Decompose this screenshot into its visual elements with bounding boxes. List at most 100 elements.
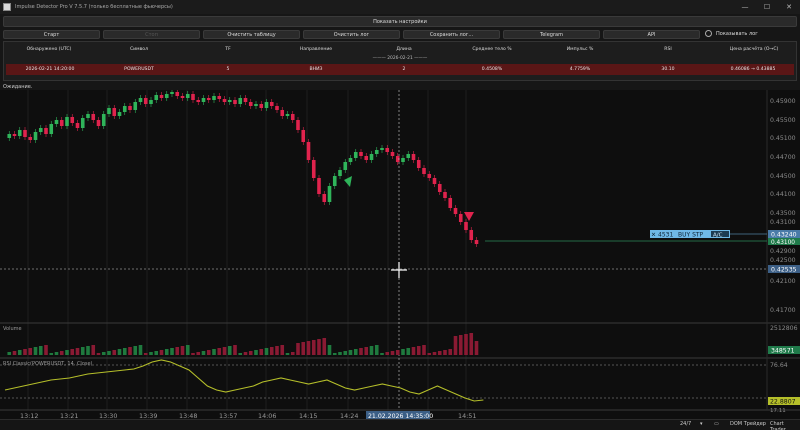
maximize-icon[interactable]: ☐ [756,0,778,14]
candle-body [75,123,80,128]
candle-body [143,98,148,104]
candle-body [259,104,264,108]
order-qty: 4531 [658,232,673,239]
candle-body [28,137,33,140]
volume-bar [311,340,316,355]
show-log-checkbox[interactable]: Показывать лог [705,30,758,37]
volume-bar [443,350,447,355]
candle-body [280,110,285,116]
price-tick: 0.43100 [770,219,796,226]
candle-body [437,184,442,192]
volume-bar [474,341,479,355]
start-button[interactable]: Старт [3,30,100,39]
candle-body [17,130,22,136]
volume-bar [432,352,437,355]
column-header[interactable]: Символ [94,44,184,54]
trade-icon[interactable]: ▭ [714,421,719,427]
chart-trader-button[interactable]: Chart Trader [770,421,800,430]
column-header[interactable]: Обнаружено (UTC) [4,44,94,54]
candle-body [332,176,337,186]
candle-body [464,222,468,230]
volume-bar [206,350,211,355]
candle-body [101,114,106,126]
volume-bar [401,349,405,355]
column-header[interactable]: RSI [624,44,712,54]
volume-bars [7,333,479,355]
price-tick: 0.44500 [770,173,796,180]
volume-bar [80,347,85,355]
column-header[interactable]: Длина [360,44,448,54]
volume-bar [49,353,54,355]
volume-bar [117,349,122,355]
volume-bar [28,348,33,355]
chart-svg[interactable]: ✕ 4531 BUY STP A/C 0.45900 0.45500 0.451… [0,89,800,430]
volume-bar [437,351,442,355]
candle-body [49,124,54,134]
column-header[interactable]: Импульс % [536,44,624,54]
checkbox-icon[interactable] [705,30,712,37]
candle-body [70,117,75,123]
volume-bar [70,349,75,355]
timeframe-selector[interactable]: 24/7 [680,421,691,427]
candle-body [269,102,274,106]
candle-body [432,178,437,184]
order-side: BUY STP [678,232,704,239]
volume-bar [154,351,159,355]
show-settings-button[interactable]: Показать настройки [3,16,797,27]
candle-body [7,134,12,138]
candle-body [353,152,358,158]
candle-body [138,98,143,102]
candle-body [238,98,243,104]
chevron-down-icon[interactable]: ▾ [700,421,703,427]
current-price-sub: 0.43100 [771,240,795,246]
volume-bar [380,353,384,355]
show-log-label: Показывать лог [716,30,758,37]
dom-trader-button[interactable]: DOM Трейдер [730,421,766,427]
volume-bar [280,345,285,355]
volume-bar [201,351,206,355]
volume-bar [259,349,264,355]
clear-table-button[interactable]: Очистить таблицу [203,30,300,39]
column-header[interactable]: Цена расчёта (O→C) [712,44,796,54]
candle-body [38,128,43,132]
cell-tf: 5 [226,67,230,72]
candle-body [133,102,138,110]
candle-body [59,120,64,126]
chart-area[interactable]: ✕ 4531 BUY STP A/C 0.45900 0.45500 0.451… [0,89,800,430]
price-tick: 0.43500 [770,210,796,217]
save-log-button[interactable]: Сохранить лог... [403,30,500,39]
close-icon[interactable]: ✕ [778,0,800,14]
order-tag: A/C [713,232,723,238]
current-price: 0.43240 [771,232,797,239]
price-tick: 0.42100 [770,278,796,285]
candle-body [164,94,169,98]
candle-body [23,130,27,137]
title-bar: Impulse Detector Pro V 7.5.7 (только бес… [0,0,800,14]
volume-bar [464,334,468,355]
clear-log-button[interactable]: Очистить лог [303,30,400,39]
stop-button[interactable]: Стоп [103,30,200,39]
volume-bar [170,348,174,355]
volume-bar [285,353,290,355]
volume-bar [364,347,369,355]
volume-bar [369,346,374,355]
api-button[interactable]: API [603,30,700,39]
telegram-button[interactable]: Telegram [503,30,600,39]
column-header[interactable]: Направление [272,44,360,54]
minimize-icon[interactable]: — [734,0,756,14]
volume-bar [254,350,258,355]
close-order-icon[interactable]: ✕ [651,232,656,239]
volume-bar [264,348,269,355]
candle-body [343,162,348,170]
volume-bar [59,351,64,355]
table-row[interactable]: 2026-02-21 14:20:00 POWERUSDT 5 ВНИЗ 2 0… [6,64,794,75]
volume-bar [306,341,311,355]
candle-body [243,98,248,102]
candle-body [390,152,395,156]
candle-body [159,95,164,98]
price-tick: 0.45900 [770,98,796,105]
column-header[interactable]: Среднее тело % [448,44,536,54]
volume-bar [411,347,416,355]
volume-bar [427,353,432,355]
column-header[interactable]: TF [184,44,272,54]
